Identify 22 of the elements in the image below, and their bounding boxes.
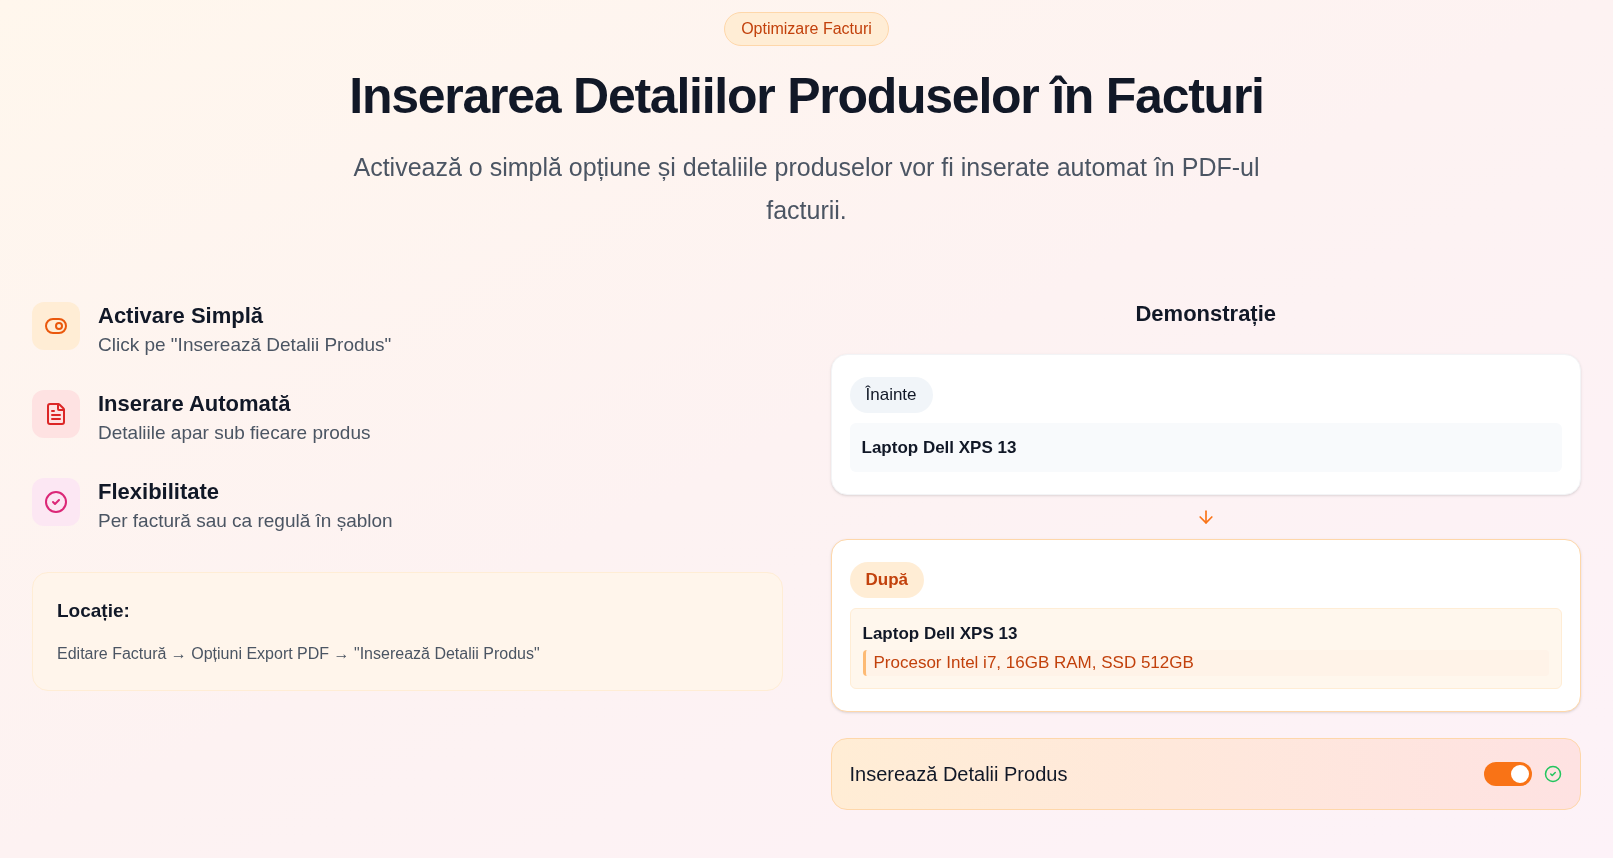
document-icon [44,402,68,426]
product-row: Laptop Dell XPS 13 [849,422,1562,472]
demo-heading: Demonstrație [1134,300,1278,328]
feature-title: Flexibilitate [98,478,221,506]
product-name: Laptop Dell XPS 13 [862,622,1019,645]
location-path: Editare Factură → Opțiuni Export PDF → "Inserează Detalii Produs" [57,643,541,664]
feature-title: Inserare Automată [98,390,292,418]
feature-description: Click pe "Inserează Detalii Produs" [98,333,392,357]
page-subtitle: Activează o simplă opțiune și detaliile produselor vor fi inserate automat în PDF-ul facturii. [352,152,1261,226]
category-badge: Optimizare Facturi [724,12,889,46]
product-details: Procesor Intel i7, 16GB RAM, SSD 512GB [862,650,1549,676]
toggle-label: Inserează Detalii Produs [849,761,1068,787]
after-label: După [849,562,924,598]
feature-title: Activare Simplă [98,302,265,330]
location-title: Locație: [57,599,131,623]
check-circle-icon [1544,764,1562,783]
before-label: Înainte [849,377,933,413]
page-title: Inserarea Detaliilor Produselor în Facturi [349,67,1264,126]
toggle-switch[interactable] [1484,761,1532,786]
feature-description: Per factură sau ca regulă în șablon [98,509,393,533]
feature-description: Detaliile apar sub fiecare produs [98,421,371,445]
check-circle-icon [44,490,68,514]
